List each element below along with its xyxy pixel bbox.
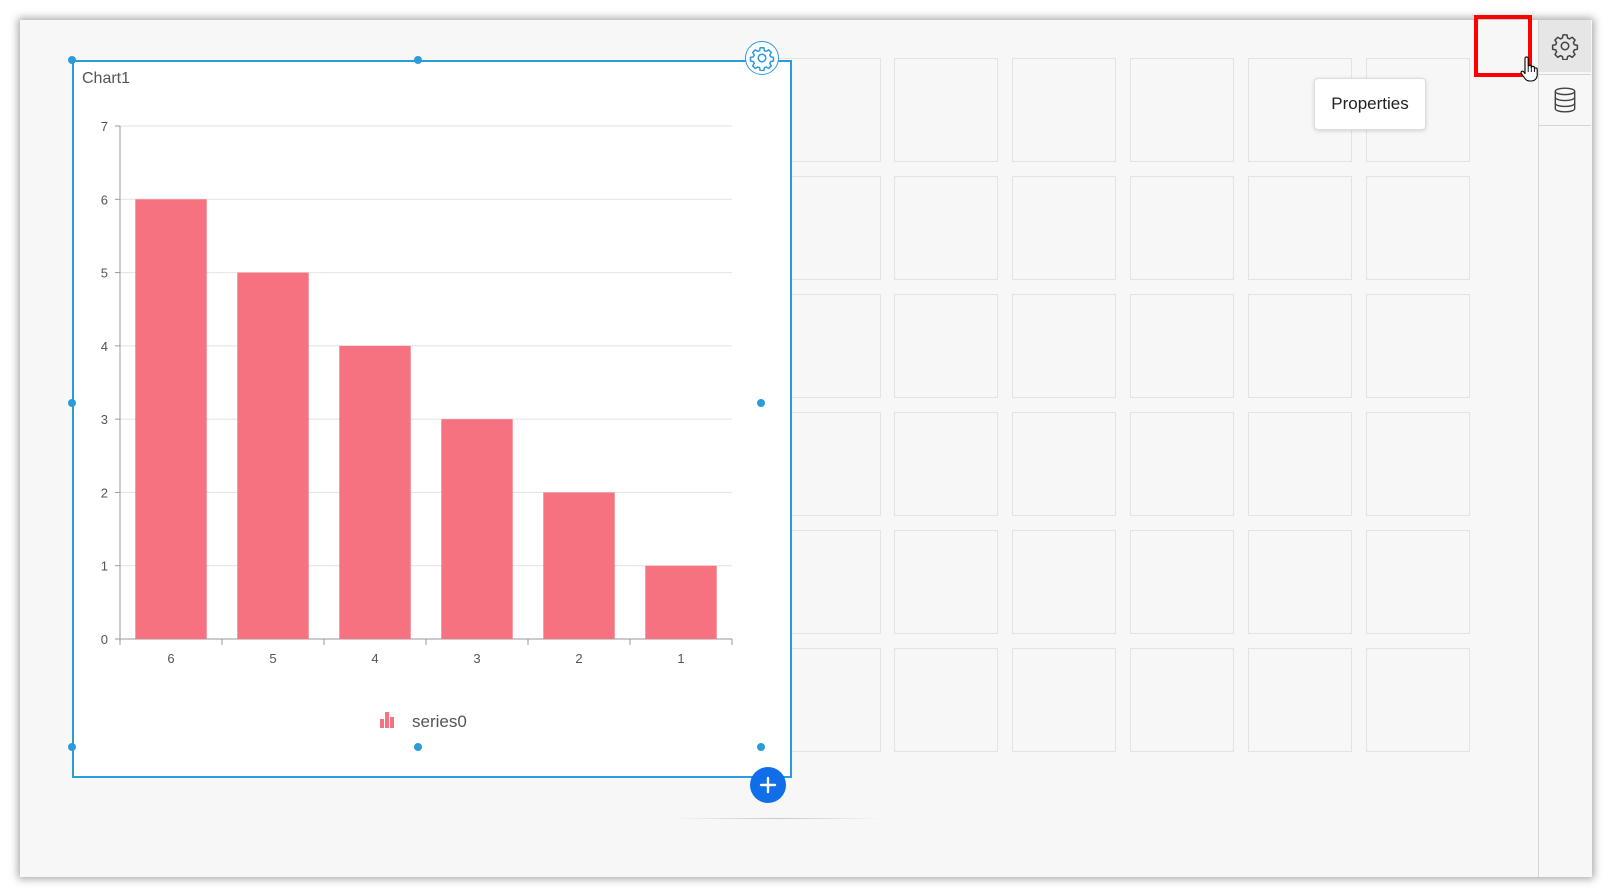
bar-chart-legend-icon (390, 717, 394, 728)
empty-grid-cell[interactable] (1366, 412, 1470, 516)
resize-handle-bottom-left[interactable] (68, 743, 76, 751)
x-tick-label: 2 (575, 651, 582, 666)
bar-chart-legend-icon (380, 719, 384, 728)
widget-settings-button[interactable] (745, 41, 779, 75)
x-tick-label: 5 (269, 651, 276, 666)
resize-handle-bottom-right[interactable] (757, 743, 765, 751)
empty-grid-cell[interactable] (777, 176, 881, 280)
chart-widget[interactable]: Chart1 0 1 2 3 4 5 6 7 6 5 4 3 2 1 series0 (72, 60, 792, 778)
empty-grid-cell[interactable] (1012, 294, 1116, 398)
x-tick-label: 6 (167, 651, 174, 666)
add-row-divider (672, 818, 882, 819)
bar (441, 419, 513, 639)
empty-grid-cell[interactable] (1366, 176, 1470, 280)
resize-handle-right[interactable] (757, 399, 765, 407)
y-tick-label: 1 (101, 559, 108, 574)
bar (339, 345, 411, 639)
empty-grid-cell[interactable] (777, 530, 881, 634)
empty-grid-cell[interactable] (777, 58, 881, 162)
empty-grid-cell[interactable] (1248, 176, 1352, 280)
legend-item[interactable]: series0 (380, 712, 467, 731)
gear-icon (749, 46, 775, 71)
empty-grid-cell[interactable] (894, 58, 998, 162)
empty-grid-cell[interactable] (1366, 530, 1470, 634)
empty-grid-cell[interactable] (894, 294, 998, 398)
y-tick-label: 4 (101, 339, 108, 354)
empty-grid-cell[interactable] (1366, 648, 1470, 752)
resize-handle-top[interactable] (414, 56, 422, 64)
empty-grid-cell[interactable] (1012, 648, 1116, 752)
database-icon (1554, 87, 1576, 113)
empty-grid-cell[interactable] (1130, 58, 1234, 162)
y-tick-label: 7 (101, 119, 108, 134)
x-tick-label: 3 (473, 651, 480, 666)
bar-chart: 0 1 2 3 4 5 6 7 6 5 4 3 2 1 series0 (101, 119, 733, 731)
resize-handle-left[interactable] (68, 399, 76, 407)
bar (645, 565, 717, 639)
bar (135, 199, 207, 640)
empty-grid-cell[interactable] (1248, 530, 1352, 634)
empty-grid-cell[interactable] (777, 294, 881, 398)
empty-grid-cell[interactable] (1130, 176, 1234, 280)
empty-grid-cell[interactable] (894, 176, 998, 280)
empty-grid-cell[interactable] (1130, 530, 1234, 634)
design-canvas[interactable]: Chart1 0 1 2 3 4 5 6 7 6 5 4 3 2 1 series0 Properties (20, 20, 1538, 877)
bar (543, 492, 615, 639)
empty-grid-cell[interactable] (1012, 176, 1116, 280)
empty-grid-cell[interactable] (1130, 648, 1234, 752)
hand-cursor-icon (1520, 56, 1538, 87)
resize-handle-top-left[interactable] (68, 56, 76, 64)
dashboard-designer: Chart1 0 1 2 3 4 5 6 7 6 5 4 3 2 1 series0 Properties (20, 15, 1592, 877)
empty-grid-cell[interactable] (777, 648, 881, 752)
empty-grid-cell[interactable] (894, 530, 998, 634)
add-widget-button[interactable] (750, 767, 786, 803)
right-side-panel (1538, 20, 1592, 877)
gear-icon (1551, 34, 1579, 60)
empty-grid-cell[interactable] (1248, 412, 1352, 516)
bar (237, 272, 309, 639)
y-tick-label: 3 (101, 412, 108, 427)
empty-grid-cell[interactable] (1130, 294, 1234, 398)
legend-label: series0 (412, 712, 467, 731)
x-tick-label: 4 (371, 651, 378, 666)
y-tick-label: 0 (101, 632, 108, 647)
plus-icon (759, 776, 777, 794)
y-tick-label: 5 (101, 266, 108, 281)
resize-handle-bottom[interactable] (414, 743, 422, 751)
data-source-panel-button[interactable] (1539, 74, 1591, 126)
empty-grid-cell[interactable] (1248, 294, 1352, 398)
empty-grid-cell[interactable] (1012, 58, 1116, 162)
properties-tooltip: Properties (1314, 78, 1426, 130)
empty-grid-cell[interactable] (894, 412, 998, 516)
x-tick-label: 1 (677, 651, 684, 666)
empty-grid-cell[interactable] (777, 412, 881, 516)
empty-grid-cell[interactable] (894, 648, 998, 752)
y-tick-label: 2 (101, 485, 108, 500)
empty-grid-cell[interactable] (1012, 412, 1116, 516)
empty-grid-cell[interactable] (1366, 294, 1470, 398)
tooltip-text: Properties (1331, 94, 1409, 113)
empty-grid-cell[interactable] (1248, 648, 1352, 752)
empty-grid-cell[interactable] (1130, 412, 1234, 516)
properties-panel-button[interactable] (1539, 20, 1591, 72)
y-tick-label: 6 (101, 192, 108, 207)
bar-chart-legend-icon (385, 712, 389, 728)
empty-grid-cell[interactable] (1012, 530, 1116, 634)
